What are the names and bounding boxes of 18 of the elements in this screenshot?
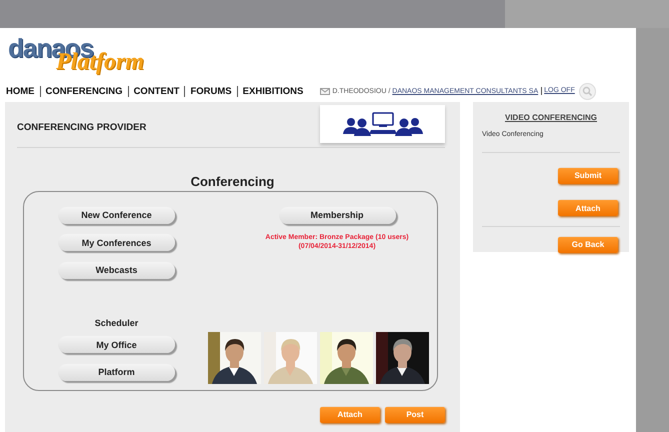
nav-link[interactable]: CONTENT (128, 86, 184, 96)
menu-button[interactable]: Webcasts (58, 262, 175, 278)
nav-link[interactable]: HOME (6, 86, 40, 96)
search-icon[interactable] (578, 82, 596, 100)
membership-button[interactable]: Membership (278, 206, 396, 224)
scheduler-heading: Scheduler (94, 318, 140, 328)
nav-link[interactable]: EXHIBITIONS (236, 86, 308, 96)
menu-button[interactable]: My Office (58, 336, 175, 353)
mail-icon (320, 88, 330, 94)
nav-link[interactable]: FORUMS (184, 86, 237, 96)
nav-link[interactable]: CONFERENCING (40, 86, 128, 96)
people-monitor-icon (342, 112, 422, 136)
menu-button[interactable]: My Conferences (58, 234, 175, 251)
menu-button[interactable]: New Conference (58, 206, 175, 224)
sidebar-title: VIDEO CONFERENCING (504, 113, 598, 122)
menu-button[interactable]: Platform (58, 364, 175, 380)
page-heading: Conferencing (190, 174, 276, 189)
section-title: CONFERENCING PROVIDER (17, 122, 146, 135)
